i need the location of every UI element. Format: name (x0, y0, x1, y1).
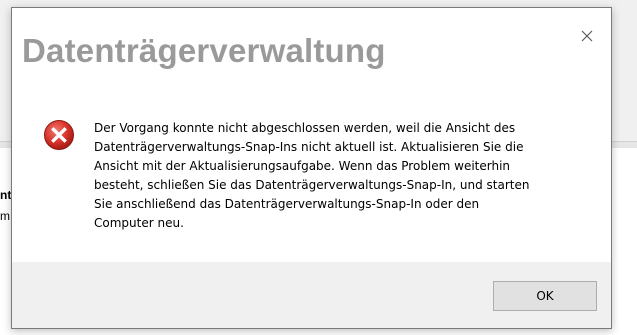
close-button[interactable] (564, 21, 610, 51)
dialog-footer: OK (12, 262, 611, 328)
error-icon (44, 120, 74, 150)
ok-button[interactable]: OK (493, 281, 597, 311)
close-icon (581, 30, 593, 42)
background-text-fragment: nt (0, 188, 12, 202)
error-message: Der Vorgang konnte nicht abgeschlossen w… (94, 121, 530, 230)
dialog-title: Datenträgerverwaltung (22, 32, 386, 69)
background-text-fragment: m (0, 209, 10, 223)
error-dialog: Datenträgerverwaltung Der Vorgang konnte… (11, 7, 612, 329)
